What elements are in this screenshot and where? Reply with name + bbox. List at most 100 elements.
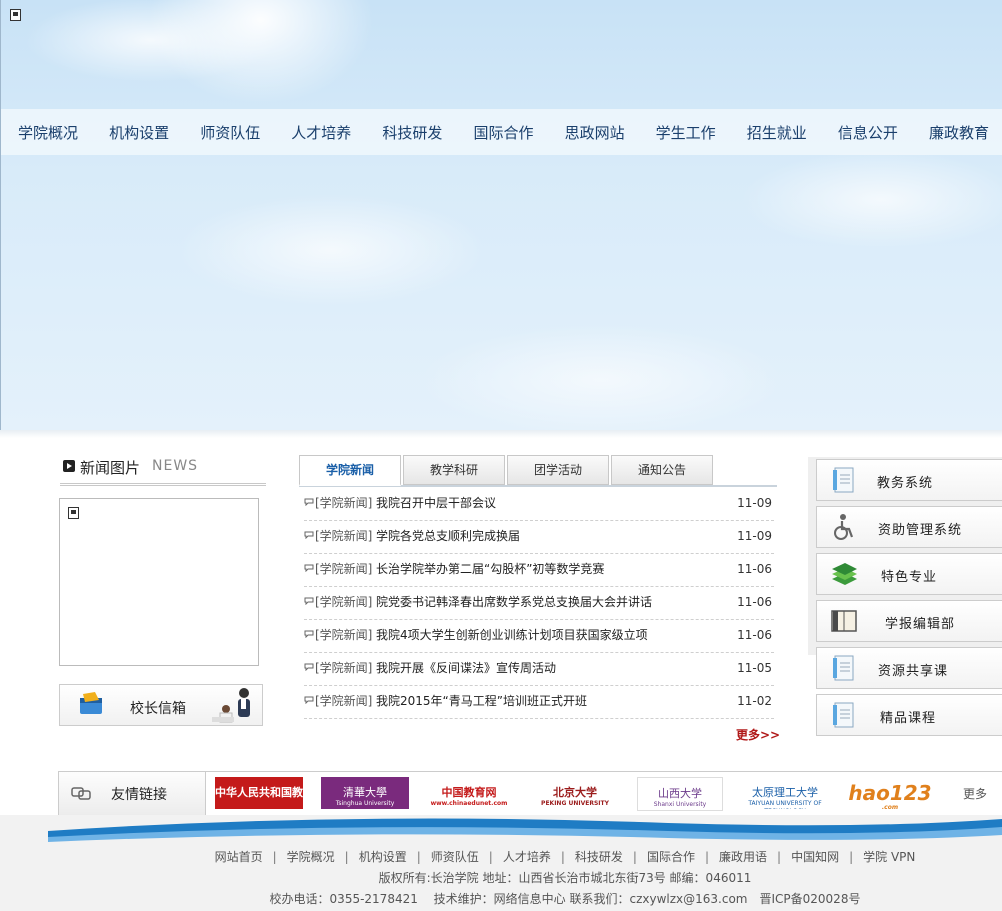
side-link-label: 学报编辑部 — [885, 617, 956, 632]
mail-card-icon — [80, 692, 102, 714]
footer-link-9[interactable]: 学院 VPN — [863, 850, 915, 864]
header-banner: 学院概况 机构设置 师资队伍 人才培养 科技研发 国际合作 思政网站 学生工作 招生就业 信息公开… — [0, 0, 1002, 430]
news-title-link[interactable]: 我院4项大学生创新创业训练计划项目获国家级立项 — [376, 620, 648, 650]
nav-item-4[interactable]: 科技研发 — [382, 122, 456, 143]
news-pic-title-en: NEWS — [152, 458, 199, 474]
footer-link-8[interactable]: 中国知网 — [791, 850, 839, 864]
side-link-label: 特色专业 — [881, 570, 938, 585]
news-row[interactable]: [学院新闻] 长治学院举办第二届“勾股杯”初等数学竞赛 11-06 — [304, 554, 774, 587]
nav-item-2[interactable]: 师资队伍 — [200, 122, 274, 143]
footer-link-separator: | — [272, 850, 277, 864]
nav-item-1[interactable]: 机构设置 — [109, 122, 183, 143]
tab-2[interactable]: 团学活动 — [507, 455, 609, 485]
document-list-icon — [833, 655, 854, 681]
friend-logo-subtext: Shanxi University — [653, 801, 707, 808]
friend-logo-6[interactable]: hao123 .com — [847, 777, 933, 809]
footer-link-5[interactable]: 科技研发 — [575, 850, 623, 864]
footer-links: 网站首页 | 学院概况 | 机构设置 | 师资队伍 | 人才培养 | 科技研发 | 国际合作 | 廉政用语 |… — [0, 848, 1002, 865]
side-link-0[interactable]: 教务系统 — [816, 459, 1002, 501]
news-row[interactable]: [学院新闻] 院党委书记韩泽春出席数学系党总支换届大会并讲话 11-06 — [304, 587, 774, 620]
friend-logo-text: 中华人民共和国教育部 — [215, 786, 303, 799]
nav-item-6[interactable]: 思政网站 — [565, 122, 639, 143]
play-icon — [63, 460, 75, 472]
side-link-label: 教务系统 — [877, 476, 934, 491]
nav-item-7[interactable]: 学生工作 — [656, 122, 730, 143]
main-nav: 学院概况 机构设置 师资队伍 人才培养 科技研发 国际合作 思政网站 学生工作 招生就业 信息公开… — [1, 109, 1002, 155]
news-title-link[interactable]: 长治学院举办第二届“勾股杯”初等数学竞赛 — [376, 554, 604, 584]
footer-link-separator: | — [849, 850, 854, 864]
news-row[interactable]: [学院新闻] 我院4项大学生创新创业训练计划项目获国家级立项 11-06 — [304, 620, 774, 653]
document-list-icon — [833, 702, 854, 728]
nav-item-5[interactable]: 国际合作 — [473, 122, 547, 143]
side-link-5[interactable]: 精品课程 — [816, 694, 1002, 736]
nav-item-0[interactable]: 学院概况 — [18, 122, 92, 143]
tab-0[interactable]: 学院新闻 — [299, 455, 401, 486]
news-pic-header: 新闻图片 NEWS — [60, 455, 266, 486]
principal-mailbox-button[interactable]: 校长信箱 — [59, 684, 263, 726]
more-news-link[interactable]: 更多>> — [736, 726, 780, 743]
news-pic-title: 新闻图片 — [80, 459, 141, 477]
person-at-computer-icon — [212, 688, 250, 723]
side-link-label: 资源共享课 — [878, 664, 949, 679]
news-date: 11-06 — [737, 628, 772, 642]
side-link-3[interactable]: 学报编辑部 — [816, 600, 1002, 642]
speech-bubble-icon — [304, 564, 314, 572]
footer-link-2[interactable]: 机构设置 — [359, 850, 407, 864]
side-link-1[interactable]: 资助管理系统 — [816, 506, 1002, 548]
speech-bubble-icon — [304, 498, 314, 506]
friend-links-bar: 友情链接 中华人民共和国教育部Ministry of Education of … — [58, 771, 1002, 817]
friend-logo-text: 山西大学 — [658, 787, 702, 800]
friend-logo-2[interactable]: 中国教育网 www.chinaedunet.com — [425, 777, 513, 809]
broken-image-icon — [68, 507, 79, 519]
footer-link-separator: | — [344, 850, 349, 864]
news-row[interactable]: [学院新闻] 我院2015年“青马工程”培训班正式开班 11-02 — [304, 686, 774, 719]
news-category: [学院新闻] — [315, 562, 373, 576]
news-row[interactable]: [学院新闻] 我院召开中层干部会议 11-09 — [304, 488, 774, 521]
footer-link-6[interactable]: 国际合作 — [647, 850, 695, 864]
footer-link-1[interactable]: 学院概况 — [287, 850, 335, 864]
friend-logo-1[interactable]: 清華大學 Tsinghua University — [321, 777, 409, 809]
news-row[interactable]: [学院新闻] 学院各党总支顺利完成换届 11-09 — [304, 521, 774, 554]
side-link-4[interactable]: 资源共享课 — [816, 647, 1002, 689]
news-category: [学院新闻] — [315, 628, 373, 642]
friend-logo-5[interactable]: 太原理工大学TAIYUAN UNIVERSITY OF TECHNOLOGY — [741, 777, 829, 809]
friend-logo-text: 清華大學 — [343, 786, 387, 799]
footer-link-separator: | — [632, 850, 637, 864]
news-title-link[interactable]: 我院召开中层干部会议 — [376, 488, 496, 518]
news-picture-slideshow[interactable] — [59, 498, 259, 666]
footer-wave-decoration — [48, 818, 1002, 845]
nav-item-8[interactable]: 招生就业 — [747, 122, 821, 143]
side-link-2[interactable]: 特色专业 — [816, 553, 1002, 595]
news-title-link[interactable]: 学院各党总支顺利完成换届 — [376, 521, 520, 551]
friend-logo-subtext: Tsinghua University — [335, 800, 395, 807]
friend-links-more[interactable]: 更多 — [963, 785, 987, 802]
friend-logo-3[interactable]: 北京大学 PEKING UNIVERSITY — [531, 777, 619, 809]
news-date: 11-05 — [737, 661, 772, 675]
footer-link-3[interactable]: 师资队伍 — [431, 850, 479, 864]
footer-link-7[interactable]: 廉政用语 — [719, 850, 767, 864]
footer-link-4[interactable]: 人才培养 — [503, 850, 551, 864]
friend-logo-text: 北京大学 — [553, 786, 597, 799]
news-title-link[interactable]: 院党委书记韩泽春出席数学系党总支换届大会并讲话 — [376, 587, 652, 617]
tab-1[interactable]: 教学科研 — [403, 455, 505, 485]
nav-item-10[interactable]: 廉政教育 — [929, 122, 1002, 143]
news-title-link[interactable]: 我院开展《反间谍法》宣传周活动 — [376, 653, 556, 683]
friend-logo-4[interactable]: 山西大学 Shanxi University — [637, 777, 723, 811]
news-date: 11-06 — [737, 595, 772, 609]
footer-copyright: 版权所有:长治学院 地址：山西省长治市城北东街73号 邮编：046011 — [378, 871, 752, 885]
friend-links-title: 友情链接 — [111, 787, 167, 803]
speech-bubble-icon — [304, 696, 314, 704]
footer-link-0[interactable]: 网站首页 — [215, 850, 263, 864]
nav-item-3[interactable]: 人才培养 — [291, 122, 365, 143]
news-category: [学院新闻] — [315, 496, 373, 510]
news-category: [学院新闻] — [315, 661, 373, 675]
nav-item-9[interactable]: 信息公开 — [838, 122, 912, 143]
footer-link-separator: | — [777, 850, 782, 864]
friend-logo-subtext: www.chinaedunet.com — [430, 800, 508, 807]
broken-image-icon — [10, 9, 21, 21]
friend-logo-0[interactable]: 中华人民共和国教育部Ministry of Education of the P… — [215, 777, 303, 809]
news-title-link[interactable]: 我院2015年“青马工程”培训班正式开班 — [376, 686, 587, 716]
tab-3[interactable]: 通知公告 — [611, 455, 713, 485]
link-chain-icon — [71, 787, 91, 800]
news-row[interactable]: [学院新闻] 我院开展《反间谍法》宣传周活动 11-05 — [304, 653, 774, 686]
